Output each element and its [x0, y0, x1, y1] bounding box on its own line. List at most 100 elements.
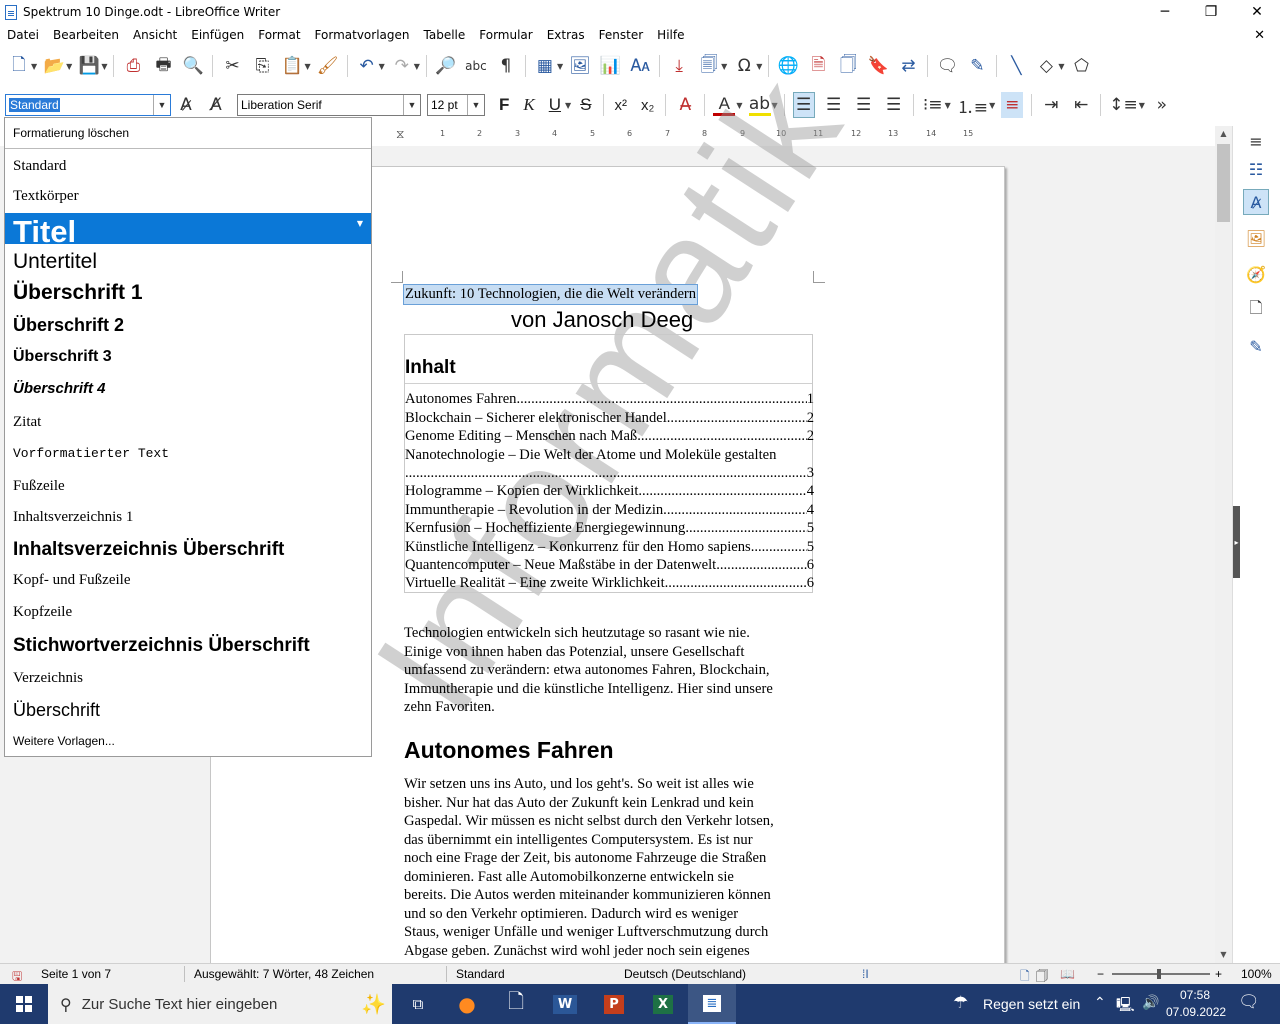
style-option-ueberschrift-1[interactable]: Überschrift 1	[5, 281, 371, 305]
menu-ansicht[interactable]: Ansicht	[126, 28, 184, 42]
sidebar-collapse-handle[interactable]: ▸	[1233, 506, 1240, 578]
redo-icon[interactable]: ↷	[391, 53, 413, 79]
style-option-ueberschrift-3[interactable]: Überschrift 3	[5, 348, 371, 366]
new-dropdown-icon[interactable]: ▼	[31, 62, 37, 71]
table-dropdown-icon[interactable]: ▼	[557, 62, 563, 71]
clone-formatting-icon[interactable]: 🖌	[317, 53, 339, 79]
save-icon[interactable]: 💾	[78, 53, 100, 79]
vertical-scrollbar[interactable]: ▲ ▼	[1215, 126, 1232, 963]
style-option-verzeichnis[interactable]: Verzeichnis	[5, 670, 371, 687]
insert-field-icon[interactable]: 🗐	[698, 53, 720, 79]
section-heading[interactable]: Autonomes Fahren	[404, 737, 614, 764]
paste-icon[interactable]: 📋	[281, 53, 303, 79]
style-option-inhaltsverzeichnis-1[interactable]: Inhaltsverzeichnis 1	[5, 509, 371, 526]
draw-functions-icon[interactable]: ⬠	[1071, 53, 1093, 79]
save-dropdown-icon[interactable]: ▼	[101, 62, 107, 71]
menu-bearbeiten[interactable]: Bearbeiten	[46, 28, 126, 42]
menu-einfuegen[interactable]: Einfügen	[184, 28, 251, 42]
menu-formular[interactable]: Formular	[472, 28, 539, 42]
document-author[interactable]: von Janosch Deeg	[511, 307, 693, 333]
clock-time[interactable]: 07:58	[1180, 988, 1210, 1002]
style-option-untertitel[interactable]: Untertitel	[5, 250, 371, 274]
text-language[interactable]: Deutsch (Deutschland)	[624, 967, 746, 981]
zoom-level[interactable]: 100%	[1241, 967, 1272, 981]
menu-format[interactable]: Format	[251, 28, 307, 42]
toc-entry[interactable]: Künstliche Intelligenz – Konkurrenz für …	[405, 538, 814, 556]
menu-datei[interactable]: Datei	[0, 28, 46, 42]
track-changes-icon[interactable]: ✎	[966, 53, 988, 79]
network-icon[interactable]: 🖳	[1116, 994, 1135, 1018]
cut-icon[interactable]: ✂	[221, 53, 243, 79]
toc-entry[interactable]: Kernfusion – Hocheffiziente Energiegewin…	[405, 519, 814, 537]
redo-dropdown-icon[interactable]: ▼	[414, 62, 420, 71]
hyperlink-icon[interactable]: 🌐	[777, 53, 799, 79]
style-option-standard[interactable]: Standard	[5, 158, 371, 175]
align-right-icon[interactable]: ☰	[853, 92, 875, 118]
style-option-kopf-und-fusszeile[interactable]: Kopf- und Fußzeile	[5, 572, 371, 589]
style-option-clear[interactable]: Formatierung löschen	[5, 126, 371, 140]
paragraph-style-combo[interactable]: Standard ▼	[5, 94, 171, 116]
toc-entry[interactable]: Immuntherapie – Revolution in der Medizi…	[405, 501, 814, 519]
size-dropdown-icon[interactable]: ▼	[467, 95, 484, 115]
spelling-icon[interactable]: abc	[465, 53, 487, 79]
firefox-icon[interactable]: ●	[443, 984, 491, 1024]
toc-entry[interactable]: Quantencomputer – Neue Maßstäbe in der D…	[405, 556, 814, 574]
page-count[interactable]: Seite 1 von 7	[41, 967, 111, 981]
page-break-icon[interactable]: ⤓	[668, 53, 690, 79]
print-icon[interactable]: 🖶	[152, 53, 174, 79]
style-option-vorformatierter-text[interactable]: Vorformatierter Text	[5, 446, 371, 461]
clock-date[interactable]: 07.09.2022	[1166, 1005, 1226, 1019]
file-explorer-icon[interactable]: 🗋	[492, 984, 540, 1024]
gallery-icon[interactable]: 🖼	[1243, 225, 1269, 251]
underline-dropdown-icon[interactable]: ▼	[565, 101, 571, 110]
toc-entry[interactable]: Virtuelle Realität – Eine zweite Wirklic…	[405, 574, 814, 592]
font-color-icon[interactable]: A	[713, 94, 736, 116]
footnote-icon[interactable]: 🗎	[807, 53, 829, 79]
subscript-button[interactable]: x₂	[641, 97, 654, 114]
menu-extras[interactable]: Extras	[540, 28, 592, 42]
zoom-slider-knob[interactable]	[1157, 969, 1161, 979]
insert-mode-icon[interactable]: ⁞I	[862, 967, 869, 981]
align-left-icon[interactable]: ☰	[792, 92, 815, 118]
book-view-icon[interactable]: 📖	[1060, 967, 1075, 981]
decrease-indent-icon[interactable]: ⇤	[1070, 92, 1092, 118]
style-option-inhaltsverzeichnis-ueberschrift[interactable]: Inhaltsverzeichnis Überschrift	[5, 539, 371, 561]
copy-icon[interactable]: ⎘	[251, 53, 273, 79]
manage-changes-icon[interactable]: ✎	[1243, 333, 1269, 359]
word-icon[interactable]: W	[541, 984, 589, 1024]
align-center-icon[interactable]: ☰	[823, 92, 845, 118]
toc-entry[interactable]: Genome Editing – Menschen nach Maß......…	[405, 427, 814, 445]
style-option-ueberschrift[interactable]: Überschrift	[5, 700, 371, 721]
close-button[interactable]: ✕	[1234, 0, 1280, 24]
show-hidden-icons-icon[interactable]: ⌃	[1094, 994, 1106, 1011]
insert-chart-icon[interactable]: 📊	[599, 53, 621, 79]
scroll-thumb[interactable]	[1217, 144, 1230, 222]
style-dropdown-icon[interactable]: ▼	[153, 95, 170, 115]
undo-dropdown-icon[interactable]: ▼	[379, 62, 385, 71]
comment-icon[interactable]: 🗨	[936, 53, 959, 79]
basic-shapes-icon[interactable]: ◇	[1035, 53, 1057, 79]
insert-image-icon[interactable]: 🖼	[569, 53, 591, 79]
font-color-dropdown-icon[interactable]: ▼	[736, 101, 742, 110]
highlight-dropdown-icon[interactable]: ▼	[772, 101, 778, 110]
more-options-icon[interactable]: »	[1151, 92, 1173, 118]
properties-icon[interactable]: ☷	[1243, 156, 1269, 182]
powerpoint-icon[interactable]: P	[590, 984, 638, 1024]
line-spacing-icon[interactable]: ↕≡	[1109, 92, 1138, 118]
italic-button[interactable]: K	[523, 95, 534, 115]
shapes-dropdown-icon[interactable]: ▼	[1058, 62, 1064, 71]
excel-icon[interactable]: X	[639, 984, 687, 1024]
document-title[interactable]: Zukunft: 10 Technologien, die die Welt v…	[403, 284, 699, 305]
bullet-dropdown-icon[interactable]: ▼	[945, 101, 951, 110]
bookmark-icon[interactable]: 🔖	[867, 53, 889, 79]
paste-dropdown-icon[interactable]: ▼	[304, 62, 310, 71]
intro-paragraph[interactable]: Technologien entwickeln sich heutzutage …	[404, 624, 824, 717]
maximize-button[interactable]: ❐	[1188, 0, 1234, 24]
toc-entry[interactable]: ........................................…	[405, 464, 814, 482]
new-document-icon[interactable]: 🗋	[8, 53, 30, 79]
menu-hilfe[interactable]: Hilfe	[650, 28, 691, 42]
menu-fenster[interactable]: Fenster	[592, 28, 651, 42]
underline-button[interactable]: U	[549, 95, 561, 115]
bold-button[interactable]: F	[499, 95, 509, 115]
toc-entry[interactable]: Hologramme – Kopien der Wirklichkeit....…	[405, 482, 814, 500]
